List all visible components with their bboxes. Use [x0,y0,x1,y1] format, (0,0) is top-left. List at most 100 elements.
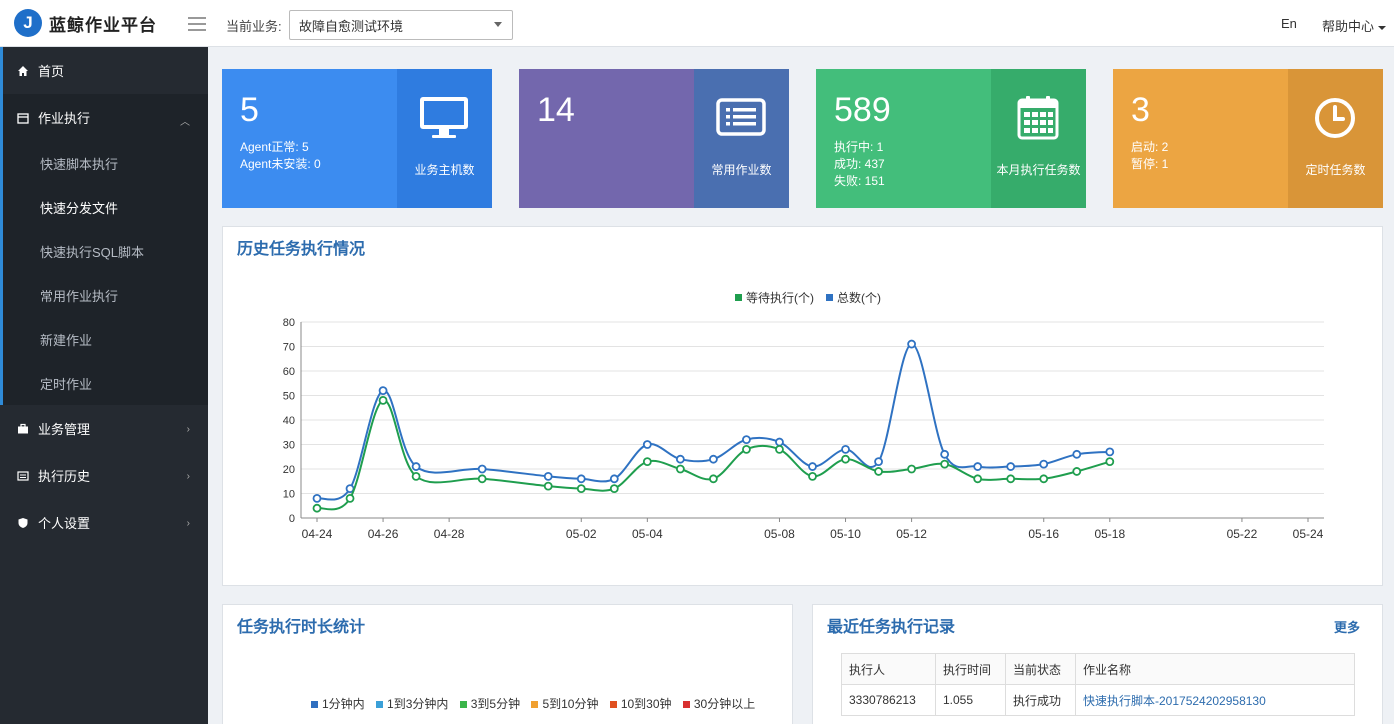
sidebar-item-exec-history[interactable]: 执行历史 › [0,452,208,499]
sidebar-item-label: 个人设置 [38,516,91,531]
legend-label: 1分钟内 [322,697,365,711]
stat-number: 5 [240,91,259,129]
y-tick-label: 50 [283,391,295,403]
data-point [775,444,784,454]
calendar-icon [1017,96,1059,140]
sidebar-item-label: 首页 [38,64,65,79]
sidebar-item-label: 执行历史 [38,469,91,484]
legend-item[interactable]: 1到3分钟内 [376,695,448,712]
data-point [477,474,487,484]
data-point [973,462,983,471]
shield-icon [17,517,29,529]
legend-label: 1到3分钟内 [387,697,449,711]
stat-details: 执行中: 1 成功: 437 失败: 151 [834,139,991,190]
sidebar-subitem-quick-script[interactable]: 快速脚本执行 [3,141,208,185]
y-tick-label: 0 [289,513,295,525]
y-tick-label: 80 [283,317,295,329]
data-point [609,474,619,484]
stat-caption: 本月执行任务数 [996,163,1081,177]
data-point [940,459,950,469]
help-center-menu[interactable]: 帮助中心 [1322,16,1387,35]
sidebar-item-job-exec[interactable]: 作业执行 ︿ [3,94,208,141]
data-point [1039,474,1049,484]
logo-icon: J [14,9,42,37]
legend-item[interactable]: 10到30钟 [609,695,672,712]
x-tick-label: 05-18 [1094,527,1125,541]
sidebar-subitem-quick-sql[interactable]: 快速执行SQL脚本 [3,229,208,273]
legend-item[interactable]: 5到10分钟 [531,695,598,712]
list-card-icon [716,98,766,136]
stat-line: 暂停: 1 [1131,157,1169,171]
data-point [1105,447,1115,457]
data-point [907,464,916,474]
stat-caption: 常用作业数 [711,163,772,177]
cell-exec-time: 1.055 [935,684,1006,716]
data-point [808,462,817,471]
chevron-right-icon: › [186,471,190,482]
chevron-up-icon: ︿ [180,117,190,128]
stat-card-timed-tasks[interactable]: 3 启动: 2 暂停: 1 定时任务数 [1113,69,1383,208]
business-select[interactable]: 故障自愈测试环境 [289,10,513,40]
language-switch[interactable]: En [1281,16,1297,31]
duration-panel: 任务执行时长统计 1分钟内 1到3分钟内 3到5分钟 5到10分钟 10到30钟… [222,604,793,724]
y-tick-label: 30 [283,440,295,452]
history-line-chart: 0 10 20 30 40 50 60 70 80 04-24 04-26 04-28 05-02 05-… [283,290,1324,541]
legend-item[interactable]: 30分钟以上 [682,695,755,712]
sidebar-item-home[interactable]: 首页 [0,47,208,94]
data-point [543,471,553,481]
legend-swatch [826,294,833,301]
data-point [841,454,850,464]
x-tick-label: 05-12 [896,527,927,541]
cell-job-name-link[interactable]: 快速执行脚本-2017524202958130 [1075,684,1355,716]
records-table: 执行人 执行时间 当前状态 作业名称 3330786213 1.055 执行成功… [841,653,1355,716]
sidebar-item-personal[interactable]: 个人设置 › [0,499,208,546]
more-link[interactable]: 更多 [1334,617,1360,636]
menu-toggle-icon[interactable] [188,17,206,31]
data-point [378,395,388,405]
sidebar-subitem-new-job[interactable]: 新建作业 [3,317,208,361]
legend-label: 10到30钟 [620,697,672,711]
data-point [940,449,950,459]
data-point [1072,467,1082,476]
stat-line: 成功: 437 [834,157,885,171]
data-point [1105,457,1115,467]
y-tick-label: 70 [283,342,295,354]
data-point [642,457,652,467]
legend-item[interactable]: 3到5分钟 [459,695,520,712]
sidebar-item-label: 业务管理 [38,422,91,437]
data-point [841,444,850,454]
clock-icon [1315,98,1355,138]
history-list-icon [17,470,29,482]
app-title: 蓝鲸作业平台 [49,15,157,35]
app-logo[interactable]: J 蓝鲸作业平台 [0,0,208,47]
x-tick-label: 05-24 [1293,527,1324,541]
sidebar-group-job-exec: 作业执行 ︿ 快速脚本执行 快速分发文件 快速执行SQL脚本 常用作业执行 新建… [0,94,208,405]
business-label: 当前业务: [226,19,282,34]
stat-card-hosts[interactable]: 5 Agent正常: 5 Agent未安装: 0 业务主机数 [222,69,492,208]
x-tick-label: 05-02 [566,527,597,541]
column-header: 执行时间 [935,653,1006,685]
legend-swatch [735,294,742,301]
sidebar-subitem-quick-file[interactable]: 快速分发文件 [3,185,208,229]
stat-line: 执行中: 1 [834,140,884,154]
stat-details: Agent正常: 5 Agent未安装: 0 [240,139,397,173]
stat-card-common-jobs[interactable]: 14 常用作业数 [519,69,789,208]
sidebar-item-biz-manage[interactable]: 业务管理 › [0,405,208,452]
stat-caption: 定时任务数 [1305,163,1366,177]
data-point [576,474,586,484]
sidebar-subitem-timed-job[interactable]: 定时作业 [3,361,208,405]
stat-card-month-tasks[interactable]: 589 执行中: 1 成功: 437 失败: 151 本月执行任务数 [816,69,1086,208]
stat-card-side: 定时任务数 [1288,69,1383,208]
data-point [543,481,553,491]
stat-details: 启动: 2 暂停: 1 [1131,139,1288,173]
history-panel: 历史任务执行情况 0 10 20 30 40 50 60 70 80 04-24 04-26 04-2… [222,226,1383,586]
legend-label: 5到10分钟 [542,697,599,711]
chevron-right-icon: › [186,424,190,435]
x-tick-label: 04-24 [302,527,333,541]
data-point [1039,459,1049,469]
data-point [378,386,388,396]
sidebar-subitem-common-job[interactable]: 常用作业执行 [3,273,208,317]
x-tick-label: 05-16 [1028,527,1059,541]
stat-card-body: 14 [519,69,694,208]
legend-item[interactable]: 1分钟内 [311,695,365,712]
